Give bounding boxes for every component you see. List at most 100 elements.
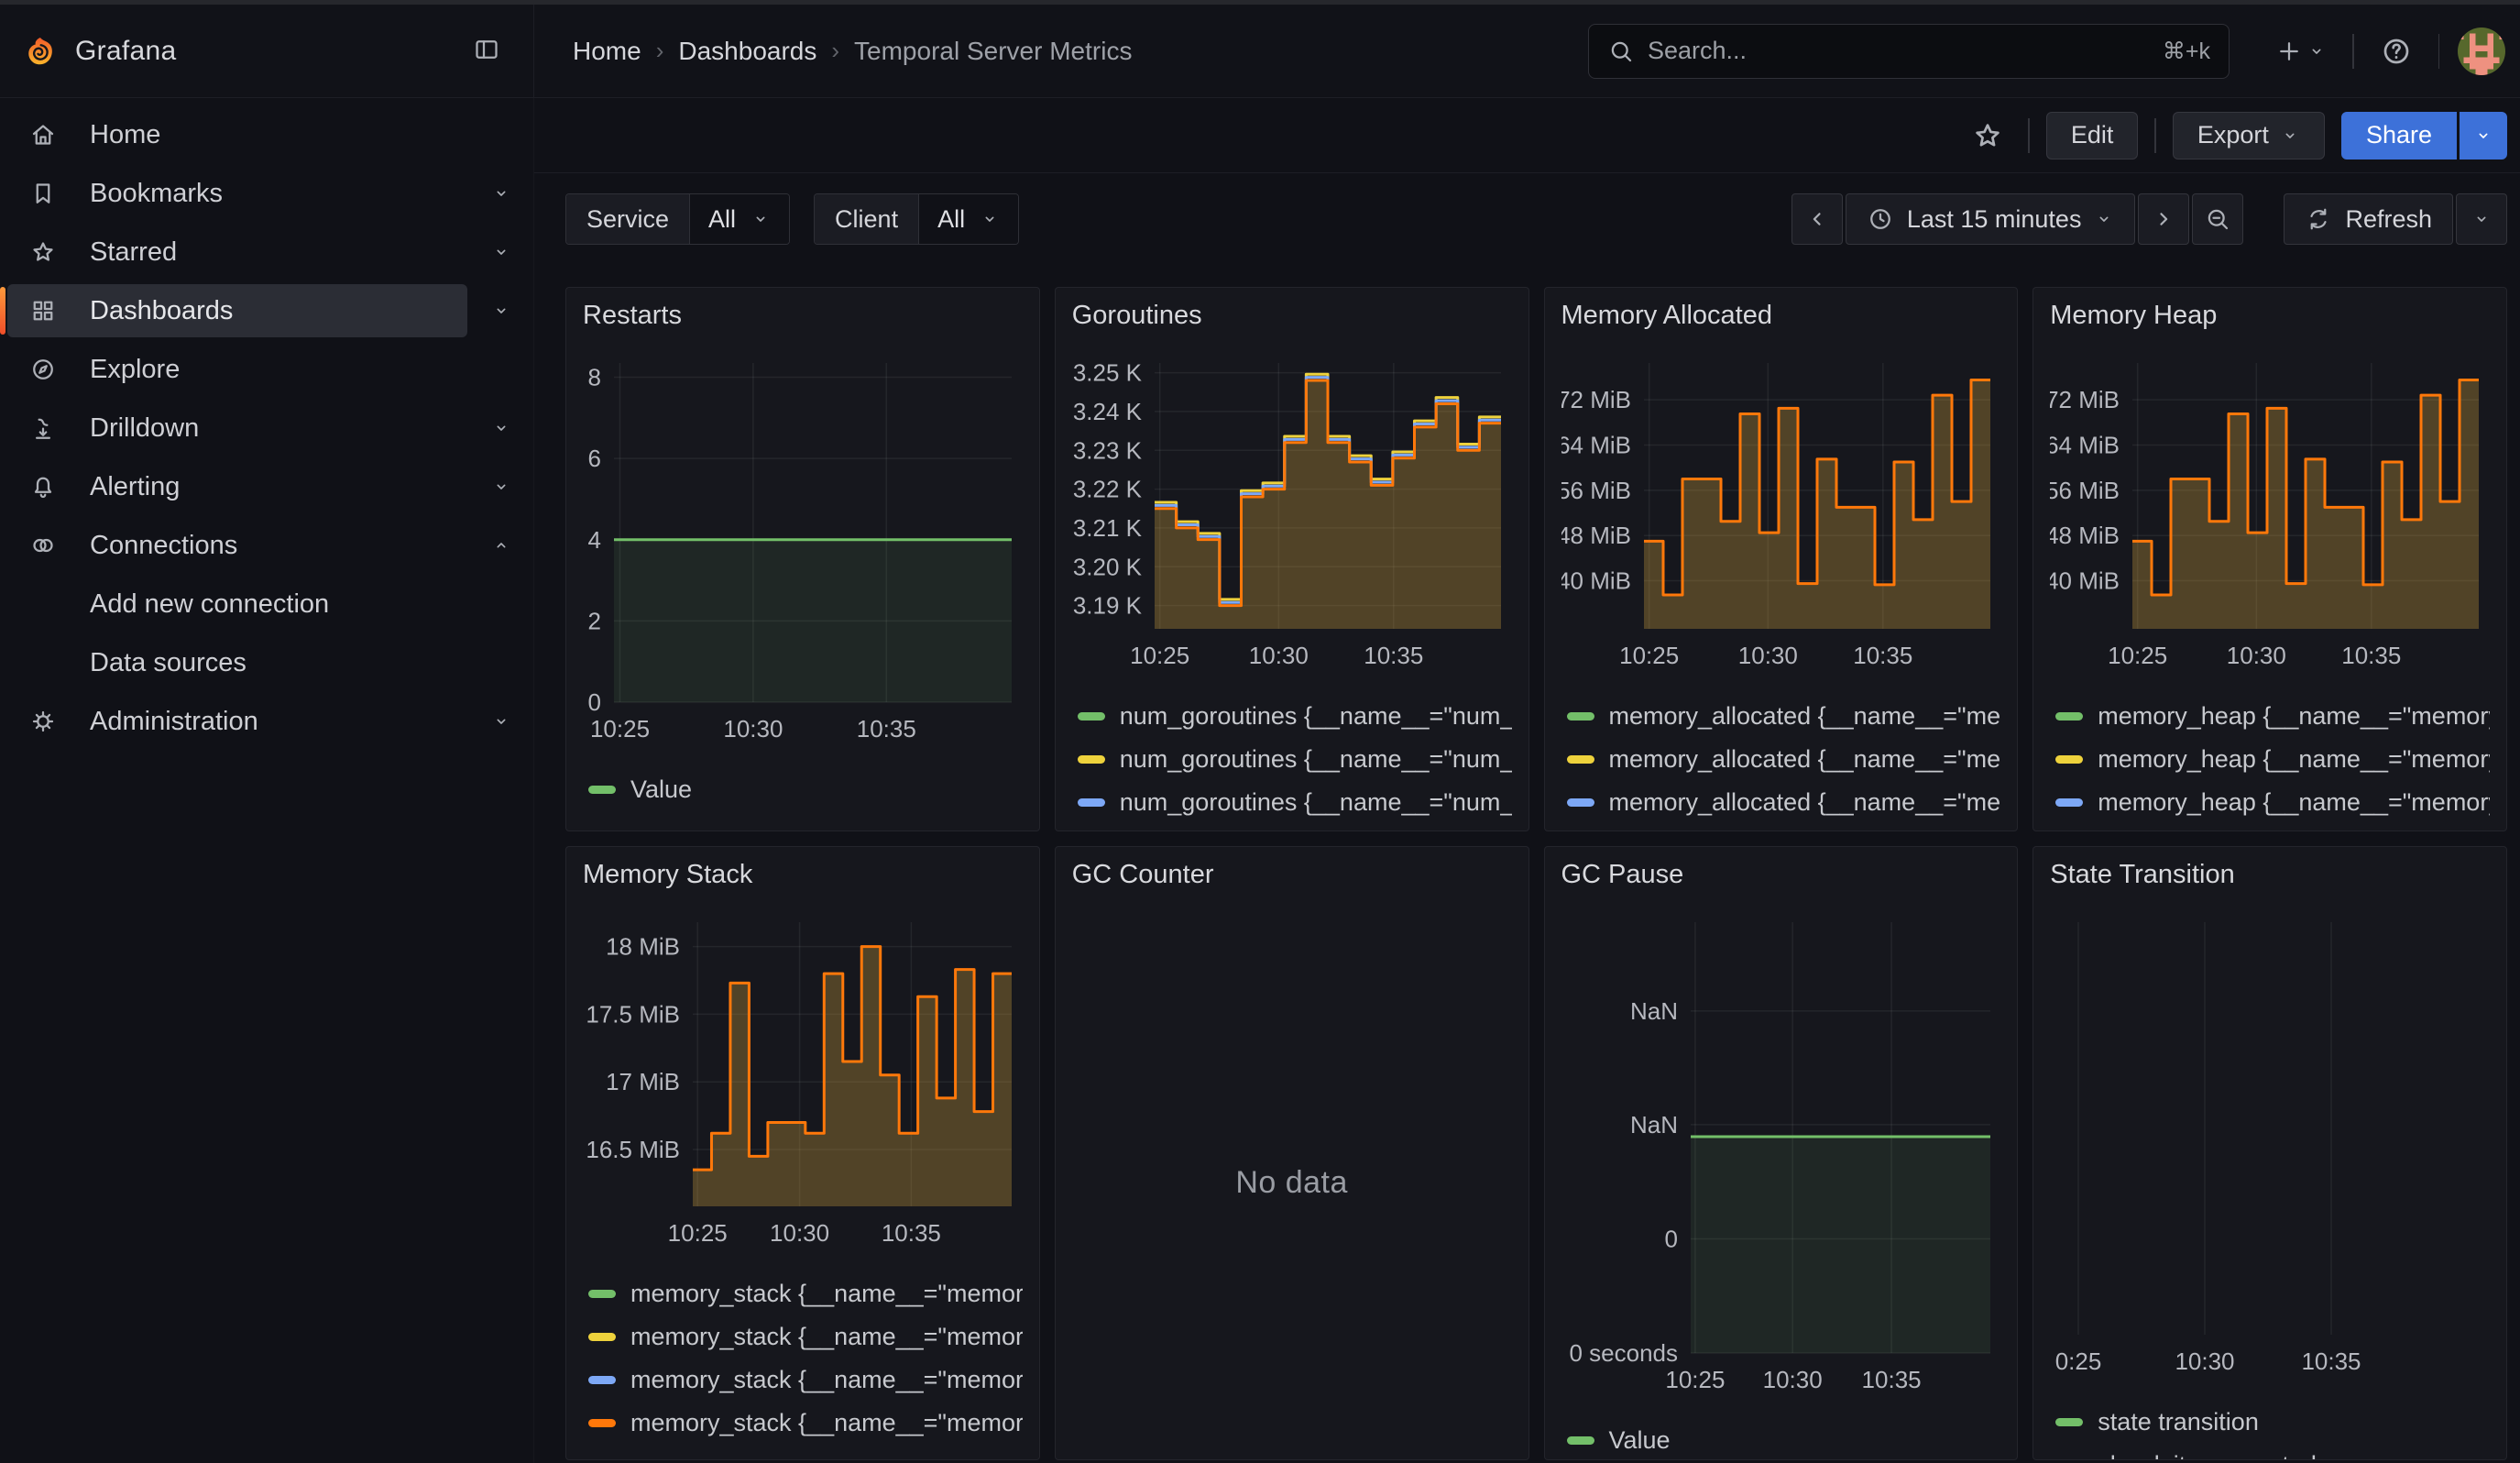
legend-item[interactable]: memory_allocated {__name__="memo [1561,824,2001,831]
sidebar-item-expand-button[interactable] [491,418,511,438]
chart-restarts[interactable]: 0246810:2510:3010:35 [583,356,1023,742]
refresh-interval-button[interactable] [2456,193,2507,245]
time-forward-button[interactable] [2138,193,2189,245]
chart-goroutines[interactable]: 3.19 K3.20 K3.21 K3.22 K3.23 K3.24 K3.25… [1072,356,1512,669]
sidebar-item-expand-button[interactable] [491,183,511,204]
sidebar-item-expand-button[interactable] [491,711,511,732]
breadcrumb-home[interactable]: Home [573,37,641,66]
search-input[interactable]: Search... ⌘+k [1588,24,2230,79]
svg-text:56 MiB: 56 MiB [2050,477,2120,504]
chart-memory-allocated[interactable]: 40 MiB48 MiB56 MiB64 MiB72 MiB10:2510:30… [1561,356,2001,669]
sidebar-item-expand-button[interactable] [491,242,511,262]
grafana-app: Grafana Home › Dashboards › Temporal Ser… [0,0,2520,1463]
panel-title[interactable]: Goroutines [1072,301,1512,337]
share-button[interactable]: Share [2341,112,2457,160]
chevron-down-icon [491,301,511,321]
svg-text:10:35: 10:35 [882,1219,941,1247]
panel-title[interactable]: Memory Stack [583,860,1023,896]
sidebar-item-administration[interactable]: Administration [0,692,533,751]
sidebar-item-expand-button[interactable] [491,301,511,321]
sidebar-link[interactable]: Dashboards [7,284,467,337]
legend-item[interactable]: memory_stack {__name__="memory_s [583,1272,1023,1315]
sidebar-item-data-sources[interactable]: Data sources [0,633,533,692]
chart-memory-heap[interactable]: 40 MiB48 MiB56 MiB64 MiB72 MiB10:2510:30… [2050,356,2490,669]
svg-text:10:30: 10:30 [723,715,783,742]
sidebar-item-label: Alerting [90,472,180,502]
sidebar-item-expand-button[interactable] [491,477,511,497]
breadcrumb-dashboards[interactable]: Dashboards [678,37,816,66]
sidebar-link[interactable]: Add new connection [7,578,467,631]
legend-label: memory_allocated {__name__="memo [1609,702,2001,731]
legend-item[interactable]: num_goroutines {__name__="num_go [1072,781,1512,824]
sidebar-item-bookmarks[interactable]: Bookmarks [0,164,533,223]
svg-text:10:35: 10:35 [857,715,916,742]
sidebar-item-dashboards[interactable]: Dashboards [0,281,533,340]
sidebar-link[interactable]: Connections [7,519,467,572]
sidebar-item-alerting[interactable]: Alerting [0,457,533,516]
dashboard-toolbar: Edit Export Share [534,98,2520,173]
export-button[interactable]: Export [2173,112,2325,160]
share-dropdown-button[interactable] [2460,112,2507,160]
sidebar-item-home[interactable]: Home [0,105,533,164]
sidebar-link[interactable]: Bookmarks [7,167,467,220]
legend-item[interactable]: num_goroutines {__name__="num_go [1072,695,1512,738]
panel-title[interactable]: GC Pause [1561,860,2001,896]
panel-title[interactable]: Restarts [583,301,1023,337]
chart-gc-pause[interactable]: NaNNaN00 seconds10:2510:3010:35 [1561,915,2001,1393]
refresh-button[interactable]: Refresh [2284,193,2453,245]
filter-value-dropdown[interactable]: All [689,194,789,244]
sidebar-link[interactable]: Alerting [7,460,467,513]
sidebar-link[interactable]: Data sources [7,636,467,689]
legend-item[interactable]: memory_allocated {__name__="memo [1561,738,2001,781]
time-range-picker[interactable]: Last 15 minutes [1846,193,2136,245]
legend-item[interactable]: memory_heap {__name__="memory_h [2050,695,2490,738]
favorite-star-button[interactable] [1964,112,2011,160]
sidebar-item-add-new-connection[interactable]: Add new connection [0,575,533,633]
time-back-button[interactable] [1791,193,1843,245]
legend-item[interactable]: Value [583,768,1023,811]
panel-title[interactable]: State Transition [2050,860,2490,896]
sidebar-link[interactable]: Home [7,108,467,161]
panel-title[interactable]: Memory Heap [2050,301,2490,337]
sidebar-link[interactable]: Explore [7,343,467,396]
legend-item[interactable]: memory_heap {__name__="memory_h [2050,824,2490,831]
panel-title[interactable]: Memory Allocated [1561,301,2001,337]
sidebar-item-drilldown[interactable]: Drilldown [0,399,533,457]
legend-item[interactable]: memory_heap {__name__="memory_h [2050,781,2490,824]
svg-text:10:30: 10:30 [2175,1348,2235,1375]
edit-button[interactable]: Edit [2046,112,2139,160]
legend-item[interactable]: memory_stack {__name__="memory_s [583,1358,1023,1402]
help-button[interactable] [2372,28,2420,75]
star-icon [1971,119,2004,152]
panel-title[interactable]: GC Counter [1072,860,1512,896]
legend-item[interactable]: state transition [2050,1401,2490,1444]
sidebar-link[interactable]: Drilldown [7,402,467,455]
legend-item[interactable]: num_goroutines {__name__="num_go [1072,738,1512,781]
legend-label: memory_heap {__name__="memory_h [2098,702,2490,731]
sidebar-item-explore[interactable]: Explore [0,340,533,399]
add-new-button[interactable] [2268,30,2334,72]
legend-item[interactable]: memory_stack {__name__="memory_s [583,1402,1023,1445]
share-split-button: Share [2341,112,2507,160]
legend-item[interactable]: memory_allocated {__name__="memo [1561,781,2001,824]
legend-item[interactable]: num_goroutines {__name__="num_go [1072,824,1512,831]
sidebar-item-expand-button[interactable] [491,535,511,556]
chart-memory-stack[interactable]: 16.5 MiB17 MiB17.5 MiB18 MiB10:2510:3010… [583,915,1023,1247]
zoom-out-button[interactable] [2192,193,2243,245]
sidebar-item-starred[interactable]: Starred [0,223,533,281]
sidebar-link[interactable]: Starred [7,226,467,279]
sidebar-collapse-button[interactable] [473,36,500,66]
sidebar-link[interactable]: Administration [7,695,467,748]
filter-value-dropdown[interactable]: All [918,194,1018,244]
header-divider [2438,34,2440,69]
chart-state-transition[interactable]: 0:2510:3010:35 [2050,915,2490,1375]
svg-text:17.5 MiB: 17.5 MiB [586,1000,680,1028]
legend-item[interactable]: memory_stack {__name__="memory_s [583,1315,1023,1358]
svg-text:0 seconds: 0 seconds [1569,1339,1678,1367]
sidebar-item-connections[interactable]: Connections [0,516,533,575]
user-avatar[interactable] [2458,28,2505,75]
legend-item[interactable]: Value [1561,1419,2001,1460]
legend-item[interactable]: memory_heap {__name__="memory_h [2050,738,2490,781]
legend-item[interactable]: memory_allocated {__name__="memo [1561,695,2001,738]
legend-item[interactable]: shard_item_created [2050,1444,2490,1460]
